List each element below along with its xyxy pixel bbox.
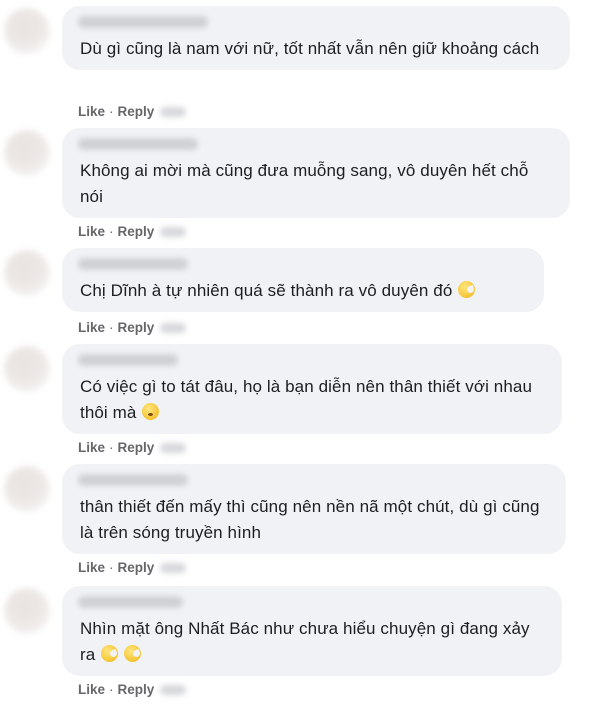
separator: · — [109, 682, 114, 697]
commenter-name[interactable] — [78, 596, 183, 608]
comment-text: Dù gì cũng là nam với nữ, tốt nhất vẫn n… — [80, 39, 540, 58]
comment-text: thân thiết đến mấy thì cũng nên nền nã m… — [80, 497, 540, 542]
comment-actions: Like · Reply — [78, 440, 187, 455]
worried-icon — [142, 403, 160, 420]
avatar[interactable] — [4, 346, 50, 392]
timestamp[interactable] — [160, 323, 187, 334]
timestamp[interactable] — [160, 685, 187, 696]
separator: · — [109, 320, 114, 335]
comment-bubble: Chị Dĩnh à tự nhiên quá sẽ thành ra vô d… — [62, 248, 544, 312]
reply-link[interactable]: Reply — [118, 320, 155, 335]
avatar[interactable] — [4, 130, 50, 176]
comment-actions: Like · Reply — [78, 560, 187, 575]
timestamp[interactable] — [160, 443, 187, 454]
commenter-name[interactable] — [78, 474, 188, 486]
comment-bubble: thân thiết đến mấy thì cũng nên nền nã m… — [62, 464, 566, 554]
comment-text: Có việc gì to tát đâu, họ là bạn diễn nê… — [80, 374, 546, 426]
comment-bubble: Có việc gì to tát đâu, họ là bạn diễn nê… — [62, 344, 562, 434]
commenter-name[interactable] — [78, 138, 198, 150]
reply-link[interactable]: Reply — [118, 440, 155, 455]
commenter-name[interactable] — [78, 354, 178, 366]
comment-actions: Like · Reply — [78, 682, 187, 697]
comment-text: Không ai mời mà cũng đưa muỗng sang, vô … — [80, 161, 529, 206]
like-link[interactable]: Like — [78, 682, 105, 697]
timestamp[interactable] — [160, 107, 187, 118]
like-link[interactable]: Like — [78, 440, 105, 455]
comment-bubble: Không ai mời mà cũng đưa muỗng sang, vô … — [62, 128, 570, 218]
reply-link[interactable]: Reply — [118, 560, 155, 575]
like-link[interactable]: Like — [78, 224, 105, 239]
comment-actions: Like · Reply — [78, 224, 187, 239]
commenter-name[interactable] — [78, 16, 208, 28]
avatar[interactable] — [4, 8, 50, 54]
yum-icon — [101, 645, 119, 662]
yum-icon — [124, 645, 142, 662]
comment-bubble: Dù gì cũng là nam với nữ, tốt nhất vẫn n… — [62, 6, 570, 70]
comment-text-content: Nhìn mặt ông Nhất Bác như chưa hiểu chuy… — [80, 619, 530, 664]
separator: · — [109, 440, 114, 455]
commenter-name[interactable] — [78, 258, 188, 270]
comment-text: Nhìn mặt ông Nhất Bác như chưa hiểu chuy… — [80, 616, 546, 668]
comment-text: Chị Dĩnh à tự nhiên quá sẽ thành ra vô d… — [80, 278, 528, 304]
reply-link[interactable]: Reply — [118, 224, 155, 239]
comment-actions: Like · Reply — [78, 320, 187, 335]
separator: · — [109, 560, 114, 575]
like-link[interactable]: Like — [78, 560, 105, 575]
comment-bubble: Nhìn mặt ông Nhất Bác như chưa hiểu chuy… — [62, 586, 562, 676]
like-link[interactable]: Like — [78, 320, 105, 335]
timestamp[interactable] — [160, 227, 187, 238]
avatar[interactable] — [4, 588, 50, 634]
comment-actions: Like · Reply — [78, 104, 187, 119]
yum-icon — [458, 281, 476, 298]
reply-link[interactable]: Reply — [118, 104, 155, 119]
like-link[interactable]: Like — [78, 104, 105, 119]
timestamp[interactable] — [160, 563, 187, 574]
separator: · — [109, 104, 114, 119]
separator: · — [109, 224, 114, 239]
avatar[interactable] — [4, 250, 50, 296]
avatar[interactable] — [4, 466, 50, 512]
reply-link[interactable]: Reply — [118, 682, 155, 697]
comment-text-content: Chị Dĩnh à tự nhiên quá sẽ thành ra vô d… — [80, 281, 453, 300]
